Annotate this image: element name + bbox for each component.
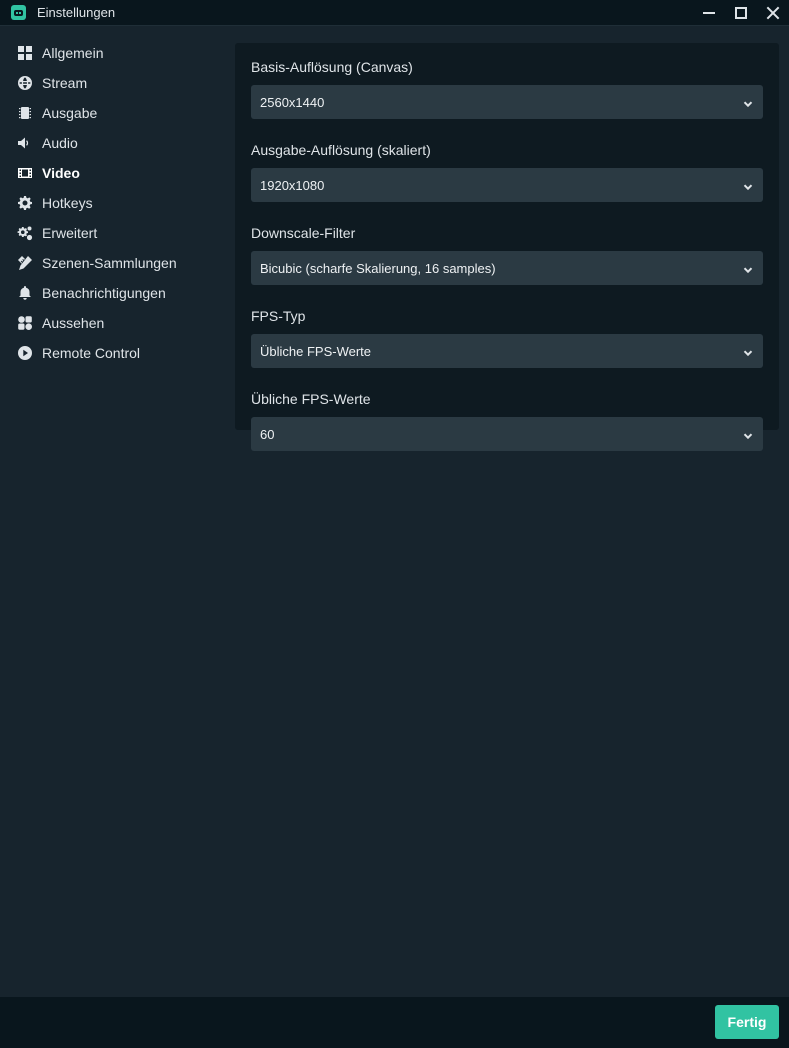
canvas-resolution-field: Basis-Auflösung (Canvas) 2560x1440 <box>251 59 763 119</box>
field-label: Basis-Auflösung (Canvas) <box>251 59 413 75</box>
chip-icon <box>17 105 33 121</box>
gear-icon <box>17 195 33 211</box>
downscale-filter-field: Downscale-Filter Bicubic (scharfe Skalie… <box>251 225 763 285</box>
sidebar-item-label: Szenen-Sammlungen <box>42 255 177 271</box>
sidebar-item-label: Allgemein <box>42 45 104 61</box>
minimize-button[interactable] <box>693 0 725 26</box>
field-label: Ausgabe-Auflösung (skaliert) <box>251 142 431 158</box>
chevron-down-icon <box>743 429 753 440</box>
sidebar-item-label: Aussehen <box>42 315 105 331</box>
select-value: 2560x1440 <box>260 94 325 110</box>
chevron-down-icon <box>743 97 753 108</box>
close-button[interactable] <box>757 0 789 26</box>
field-label: Downscale-Filter <box>251 225 356 241</box>
sidebar-item-stream[interactable]: Stream <box>0 68 230 98</box>
chevron-down-icon <box>743 263 753 274</box>
select-value: 60 <box>260 426 275 442</box>
maximize-button[interactable] <box>725 0 757 26</box>
sidebar-item-label: Stream <box>42 75 88 91</box>
sidebar-item-szenen-sammlungen[interactable]: Szenen-Sammlungen <box>0 248 230 278</box>
sidebar-item-label: Erweitert <box>42 225 98 241</box>
sidebar-item-label: Audio <box>42 135 78 151</box>
sidebar-item-benachrichtigungen[interactable]: Benachrichtigungen <box>0 278 230 308</box>
sidebar-item-label: Remote Control <box>42 345 141 361</box>
globe-icon <box>17 75 33 91</box>
sidebar-item-erweitert[interactable]: Erweitert <box>0 218 230 248</box>
close-icon <box>766 6 780 20</box>
window-title: Einstellungen <box>37 5 116 20</box>
sidebar-item-aussehen[interactable]: Aussehen <box>0 308 230 338</box>
select-value: Übliche FPS-Werte <box>260 343 372 359</box>
sidebar-item-allgemein[interactable]: Allgemein <box>0 38 230 68</box>
sidebar-item-ausgabe[interactable]: Ausgabe <box>0 98 230 128</box>
settings-sidebar: Allgemein Stream Ausgabe Audio Video Hot… <box>0 38 230 368</box>
common-fps-select[interactable]: 60 <box>251 417 763 451</box>
output-resolution-field: Ausgabe-Auflösung (skaliert) 1920x1080 <box>251 142 763 202</box>
play-circle-icon <box>17 345 33 361</box>
video-settings-panel: Basis-Auflösung (Canvas) 2560x1440 Ausga… <box>235 43 779 451</box>
speaker-icon <box>17 135 33 151</box>
sidebar-item-label: Hotkeys <box>42 195 93 211</box>
select-value: Bicubic (scharfe Skalierung, 16 samples) <box>260 260 496 276</box>
minimize-icon <box>703 11 715 14</box>
fps-type-field: FPS-Typ Übliche FPS-Werte <box>251 308 763 368</box>
output-resolution-select[interactable]: 1920x1080 <box>251 168 763 202</box>
fps-type-select[interactable]: Übliche FPS-Werte <box>251 334 763 368</box>
sidebar-item-label: Benachrichtigungen <box>42 285 166 301</box>
window-controls <box>693 0 789 26</box>
field-label: FPS-Typ <box>251 308 306 324</box>
sidebar-item-audio[interactable]: Audio <box>0 128 230 158</box>
sidebar-item-label: Ausgabe <box>42 105 98 121</box>
sidebar-item-video[interactable]: Video <box>0 158 230 188</box>
shapes-icon <box>17 315 33 331</box>
gears-icon <box>17 225 33 241</box>
sidebar-item-hotkeys[interactable]: Hotkeys <box>0 188 230 218</box>
footer-bar: Fertig <box>0 997 789 1048</box>
field-label: Übliche FPS-Werte <box>251 391 371 407</box>
grid-icon <box>17 45 33 61</box>
app-logo-icon <box>11 5 26 20</box>
film-icon <box>17 165 33 181</box>
maximize-icon <box>735 6 747 19</box>
pencil-ruler-icon <box>17 255 33 271</box>
common-fps-field: Übliche FPS-Werte 60 <box>251 391 763 451</box>
downscale-filter-select[interactable]: Bicubic (scharfe Skalierung, 16 samples) <box>251 251 763 285</box>
sidebar-item-label: Video <box>42 165 80 181</box>
sidebar-item-remote-control[interactable]: Remote Control <box>0 338 230 368</box>
title-bar: Einstellungen <box>0 0 789 26</box>
chevron-down-icon <box>743 346 753 357</box>
canvas-resolution-select[interactable]: 2560x1440 <box>251 85 763 119</box>
select-value: 1920x1080 <box>260 177 325 193</box>
chevron-down-icon <box>743 180 753 191</box>
done-button[interactable]: Fertig <box>715 1005 779 1039</box>
bell-icon <box>17 285 33 301</box>
